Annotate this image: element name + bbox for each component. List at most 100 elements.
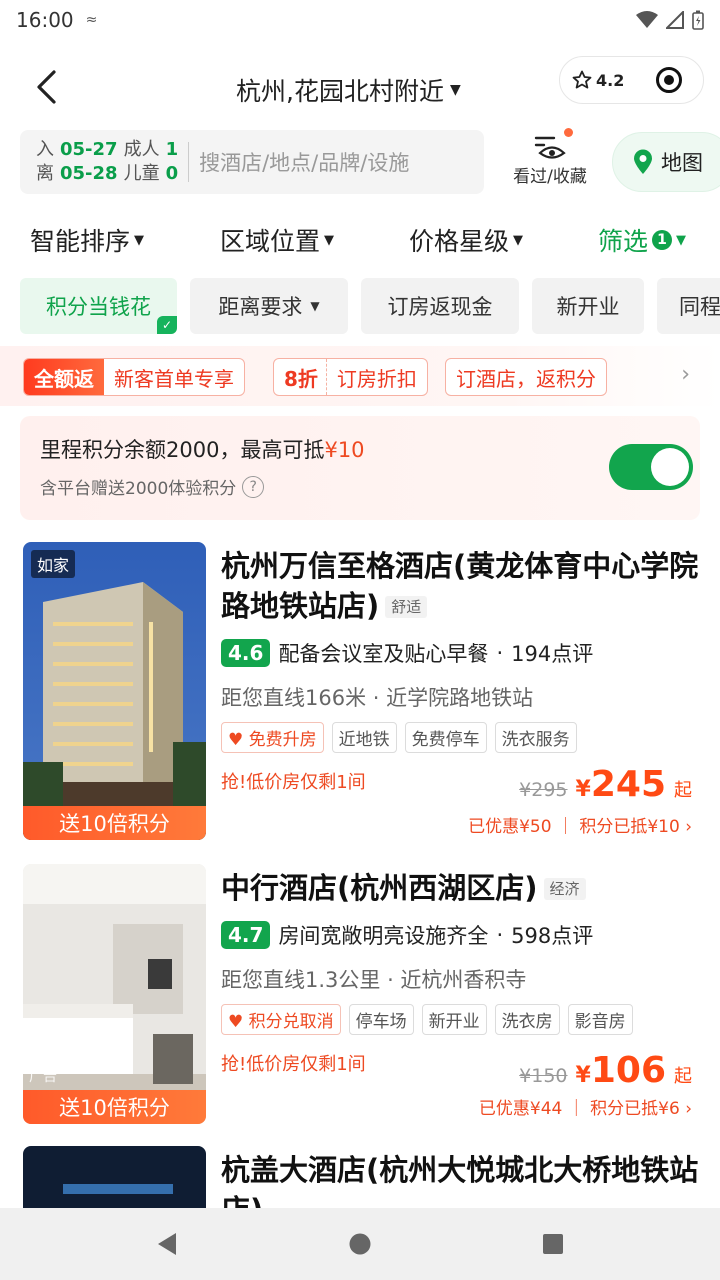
current-price: ¥106 [576, 1050, 666, 1091]
promo-bold-label: 8折 [274, 359, 327, 395]
history-favorites-button[interactable]: 看过/收藏 [504, 128, 596, 187]
target-icon [656, 67, 683, 93]
chip-new-open[interactable]: 新开业 [532, 278, 644, 334]
hotel-tags: ♥ 免费升房 近地铁 免费停车 洗衣服务 [221, 722, 577, 753]
check-icon: ✓ [157, 316, 177, 334]
nav-recents-icon[interactable] [542, 1233, 564, 1255]
sort-price[interactable]: 价格星级 ▼ [409, 222, 523, 258]
sort-bar: 智能排序 ▼ 区域位置 ▼ 价格星级 ▼ 筛选 1 ▼ [0, 214, 720, 266]
review-count: 194点评 [511, 642, 594, 666]
top-bar: 杭州,花园北村附近 ▼ 4.2 [0, 50, 720, 126]
sort-area[interactable]: 区域位置 ▼ [220, 222, 334, 258]
caret-down-icon: ▼ [310, 299, 320, 313]
promo-newcomer[interactable]: 全额返 新客首单专享 [23, 358, 245, 396]
hotel-name-text: 杭州万信至格酒店(黄龙体育中心学院路地铁站店) [221, 549, 699, 623]
chip-label: 积分当钱花 [46, 295, 151, 319]
hotel-tag: 停车场 [348, 1004, 414, 1035]
hotel-name: 杭盖大酒店(杭州大悦城北大桥地铁站店) [221, 1150, 701, 1208]
price-value: 245 [590, 764, 666, 805]
hotel-name-text: 杭盖大酒店(杭州大悦城北大桥地铁站店) [221, 1153, 699, 1208]
promo-text: 新客首单专享 [114, 366, 234, 391]
promo-fill-label: 全额返 [24, 359, 104, 395]
checkin-date: 05-27 [60, 139, 118, 160]
checkin-label: 入 [36, 139, 54, 160]
discount-info[interactable]: 已优惠¥44 ｜ 积分已抵¥6 › [479, 1094, 692, 1119]
chip-label: 距离要求 [218, 295, 303, 319]
history-label: 看过/收藏 [513, 167, 587, 187]
map-pin-icon [634, 149, 652, 174]
hotel-tag: ♥ 积分兑取消 [221, 1004, 341, 1035]
help-icon[interactable]: ? [242, 475, 265, 498]
currency-symbol: ¥ [575, 1063, 591, 1088]
nav-back-icon[interactable] [156, 1231, 178, 1257]
sort-area-label: 区域位置 [220, 227, 321, 256]
chip-label: 新开业 [556, 295, 620, 319]
chip-tongcheng[interactable]: 同程 [657, 278, 720, 334]
filter-count-badge: 1 [652, 230, 673, 250]
rating-score: 4.6 [221, 639, 271, 667]
hotel-image[interactable] [23, 1146, 206, 1208]
dot-separator: · [496, 923, 504, 947]
review-count: 598点评 [511, 924, 594, 948]
ad-label: 广告 [29, 1069, 57, 1085]
favorite-button[interactable]: 4.2 [560, 70, 636, 90]
rating-highlight: 房间宽敞明亮设施齐全 [278, 924, 489, 948]
sort-smart-label: 智能排序 [30, 227, 131, 256]
currency-symbol: ¥ [575, 777, 591, 802]
record-button[interactable] [636, 66, 703, 94]
sort-smart[interactable]: 智能排序 ▼ [30, 222, 144, 258]
search-input[interactable]: 搜酒店/地点/品牌/设施 [199, 147, 409, 177]
hotel-tag: ♥ 免费升房 [221, 722, 324, 753]
location-title-text: 杭州,花园北村附近 [236, 77, 444, 106]
sort-filter[interactable]: 筛选 1 ▼ [598, 222, 686, 258]
points-amount: ¥10 [324, 438, 365, 462]
hotel-image[interactable]: 如家 送10倍积分 [23, 542, 206, 840]
chip-cashback[interactable]: 订房返现金 [361, 278, 519, 334]
promo-text: 订酒店，返积分 [456, 366, 596, 391]
chip-label: 同程 [679, 295, 720, 319]
battery-icon [692, 10, 704, 30]
price-value: 106 [590, 1050, 666, 1091]
promo-discount[interactable]: 8折 订房折扣 [273, 358, 428, 396]
hotel-tag: 新开业 [421, 1004, 487, 1035]
eye-list-icon [534, 136, 566, 159]
hotel-card[interactable]: 杭盖大酒店(杭州大悦城北大桥地铁站店) [0, 1146, 720, 1208]
quick-filter-chips: 积分当钱花 ✓ 距离要求 ▼ 订房返现金 新开业 同程 [0, 278, 720, 336]
promo-points[interactable]: 订酒店，返积分 [445, 358, 607, 396]
star-icon [572, 70, 592, 89]
notification-dot [564, 128, 573, 137]
hotel-price: ¥150 ¥106 起 [519, 1050, 692, 1091]
promo-bar: 全额返 新客首单专享 8折 订房折扣 订酒店，返积分 › [0, 346, 720, 406]
chevron-right-icon[interactable]: › [681, 362, 690, 387]
points-line2: 含平台赠送2000体验积分 [40, 479, 237, 499]
hotel-tag-label: 免费升房 [248, 730, 317, 750]
hotel-rating: 4.6 配备会议室及贴心早餐 · 194点评 [221, 638, 593, 668]
dot-separator: · [496, 641, 504, 665]
location-title[interactable]: 杭州,花园北村附近 ▼ [236, 72, 461, 108]
hotel-tag: 洗衣服务 [494, 722, 577, 753]
adults-label: 成人 [123, 139, 160, 160]
chip-distance[interactable]: 距离要求 ▼ [190, 278, 348, 334]
rating-score: 4.7 [221, 921, 271, 949]
date-guest-selector[interactable]: 入 05-27 成人 1 离 05-28 儿童 0 [20, 138, 178, 186]
map-button[interactable]: 地图 [612, 132, 720, 192]
hotel-image[interactable]: 广告 送10倍积分 [23, 864, 206, 1124]
hotel-rating: 4.7 房间宽敞明亮设施齐全 · 598点评 [221, 920, 593, 950]
points-toggle[interactable] [609, 444, 693, 490]
original-price: ¥295 [519, 779, 568, 801]
hotel-tags: ♥ 积分兑取消 停车场 新开业 洗衣房 影音房 [221, 1004, 633, 1035]
nav-home-icon[interactable] [348, 1232, 372, 1256]
map-label: 地图 [661, 151, 703, 175]
children-label: 儿童 [123, 163, 160, 184]
points-card: 里程积分余额2000，最高可抵¥10 含平台赠送2000体验积分 ? [20, 416, 700, 520]
hotel-tag-label: 积分兑取消 [248, 1012, 334, 1032]
hotel-name: 中行酒店(杭州西湖区店) 经济 [221, 868, 701, 909]
caret-down-icon: ▼ [134, 232, 145, 248]
chip-points[interactable]: 积分当钱花 ✓ [20, 278, 177, 334]
sort-filter-label: 筛选 [598, 227, 649, 256]
caret-down-icon: ▼ [324, 232, 335, 248]
back-button[interactable] [26, 64, 66, 110]
discount-info[interactable]: 已优惠¥50 ｜ 积分已抵¥10 › [468, 812, 692, 837]
system-nav-bar [0, 1208, 720, 1280]
search-box[interactable]: 入 05-27 成人 1 离 05-28 儿童 0 搜酒店/地点/品牌/设施 [20, 130, 484, 194]
